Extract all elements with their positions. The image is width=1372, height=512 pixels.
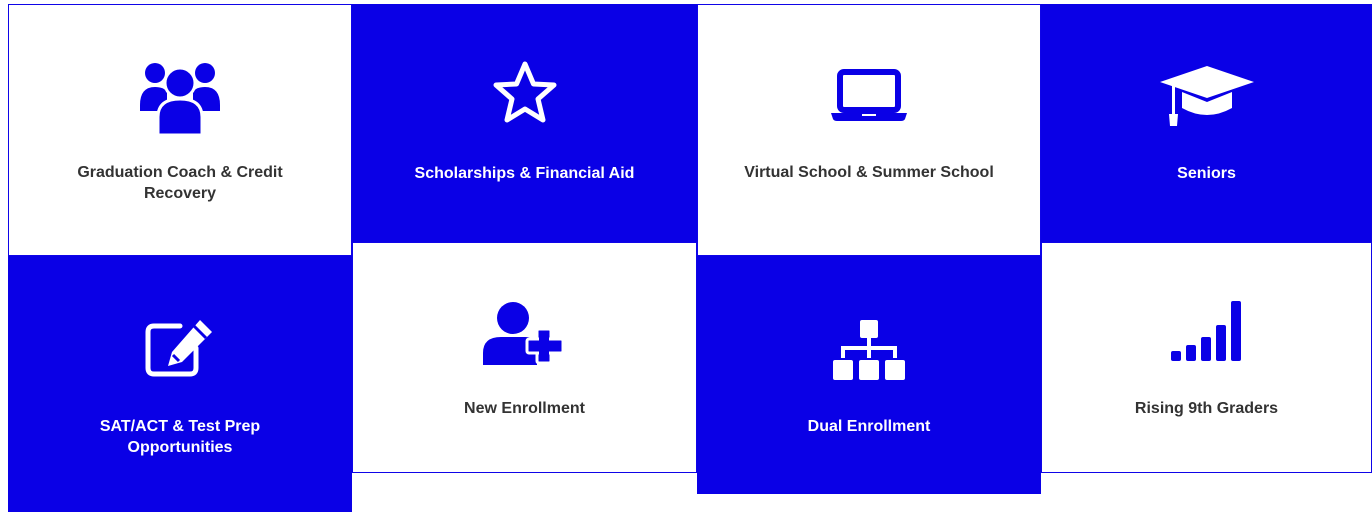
sitemap-icon	[833, 320, 905, 382]
tile-label: Dual Enrollment	[807, 418, 931, 435]
tile-dual-enrollment[interactable]: Dual Enrollment	[697, 256, 1041, 494]
laptop-icon	[831, 69, 907, 121]
tile-label: Graduation Coach & Credit Recovery	[77, 164, 283, 202]
tile-label: Scholarships & Financial Aid	[414, 165, 635, 182]
tile-label: Rising 9th Graders	[1134, 400, 1279, 417]
users-group-icon	[140, 59, 220, 135]
tile-scholarships[interactable]: Scholarships & Financial Aid	[352, 4, 697, 242]
tile-sat-act[interactable]: SAT/ACT & Test Prep Opportunities	[8, 256, 352, 512]
signal-bars-icon	[1170, 301, 1243, 363]
graduation-cap-icon	[1159, 64, 1254, 128]
tile-label: Virtual School & Summer School	[744, 164, 994, 181]
tile-graduation-coach[interactable]: Graduation Coach & Credit Recovery	[8, 4, 352, 256]
user-plus-icon	[482, 301, 567, 365]
tile-rising-9th-graders[interactable]: Rising 9th Graders	[1041, 242, 1372, 473]
star-icon	[491, 60, 559, 126]
tile-label: SAT/ACT & Test Prep Opportunities	[99, 418, 261, 456]
tile-label: Seniors	[1177, 165, 1236, 182]
tile-label: New Enrollment	[464, 400, 585, 417]
edit-icon	[144, 318, 216, 378]
tile-new-enrollment[interactable]: New Enrollment	[352, 242, 697, 473]
tile-seniors[interactable]: Seniors	[1041, 4, 1372, 242]
tile-virtual-school[interactable]: Virtual School & Summer School	[697, 4, 1041, 256]
